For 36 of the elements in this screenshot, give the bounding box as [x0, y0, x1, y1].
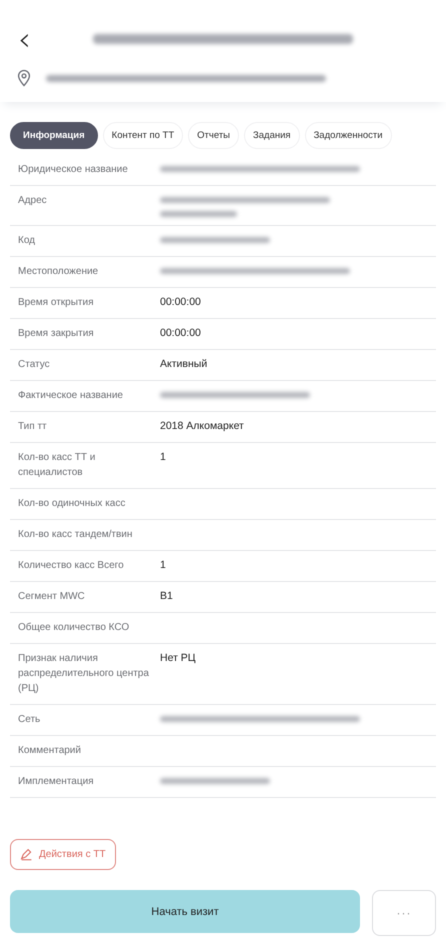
tab[interactable]: Отчеты [188, 122, 240, 149]
pen-icon [20, 848, 33, 861]
field-label: Местоположение [18, 265, 100, 279]
field-label: Юридическое название [18, 163, 129, 177]
field-label: Кол-во касс ТТ и специалистов [18, 451, 96, 480]
field-label: Фактическое название [18, 389, 124, 403]
field-value: Активный [160, 357, 208, 372]
field-value: 00:00:00 [160, 326, 201, 341]
field-label: Время открытия [18, 296, 94, 310]
field-label: Тип тт [18, 420, 48, 434]
tab[interactable]: Задания [244, 122, 300, 149]
field-label: Кол-во касс тандем/твин [18, 528, 134, 542]
field-label: Сегмент MWC [18, 590, 86, 604]
field-label: Имплементация [18, 775, 95, 789]
field-label: Адрес [18, 194, 48, 208]
back-button[interactable]: ‹ [14, 23, 35, 55]
field-value: 1 [160, 558, 166, 573]
field-label: Время закрытия [18, 327, 95, 341]
start-visit-button[interactable]: Начать визит [10, 890, 360, 933]
actions-button[interactable]: Действия с ТТ [10, 839, 116, 870]
field-value: Нет РЦ [160, 651, 196, 666]
tab[interactable]: Информация [10, 122, 98, 149]
field-label: Сеть [18, 713, 42, 727]
field-value: 2018 Алкомаркет [160, 419, 244, 434]
field-label: Признак наличия распределительного центра (РЦ) [18, 652, 150, 696]
tab[interactable]: Задолженности [304, 122, 392, 149]
field-value: B1 [160, 589, 173, 604]
field-label: Количество касс Всего [18, 559, 125, 573]
field-label: Кол-во одиночных касс [18, 497, 126, 511]
field-label: Статус [18, 358, 51, 372]
field-value: 00:00:00 [160, 295, 201, 310]
field-value: 1 [160, 450, 166, 465]
field-label: Код [18, 234, 36, 248]
tab[interactable]: Контент по ТТ [102, 122, 184, 149]
field-label: Комментарий [18, 744, 82, 758]
field-label: Общее количество КСО [18, 621, 130, 635]
